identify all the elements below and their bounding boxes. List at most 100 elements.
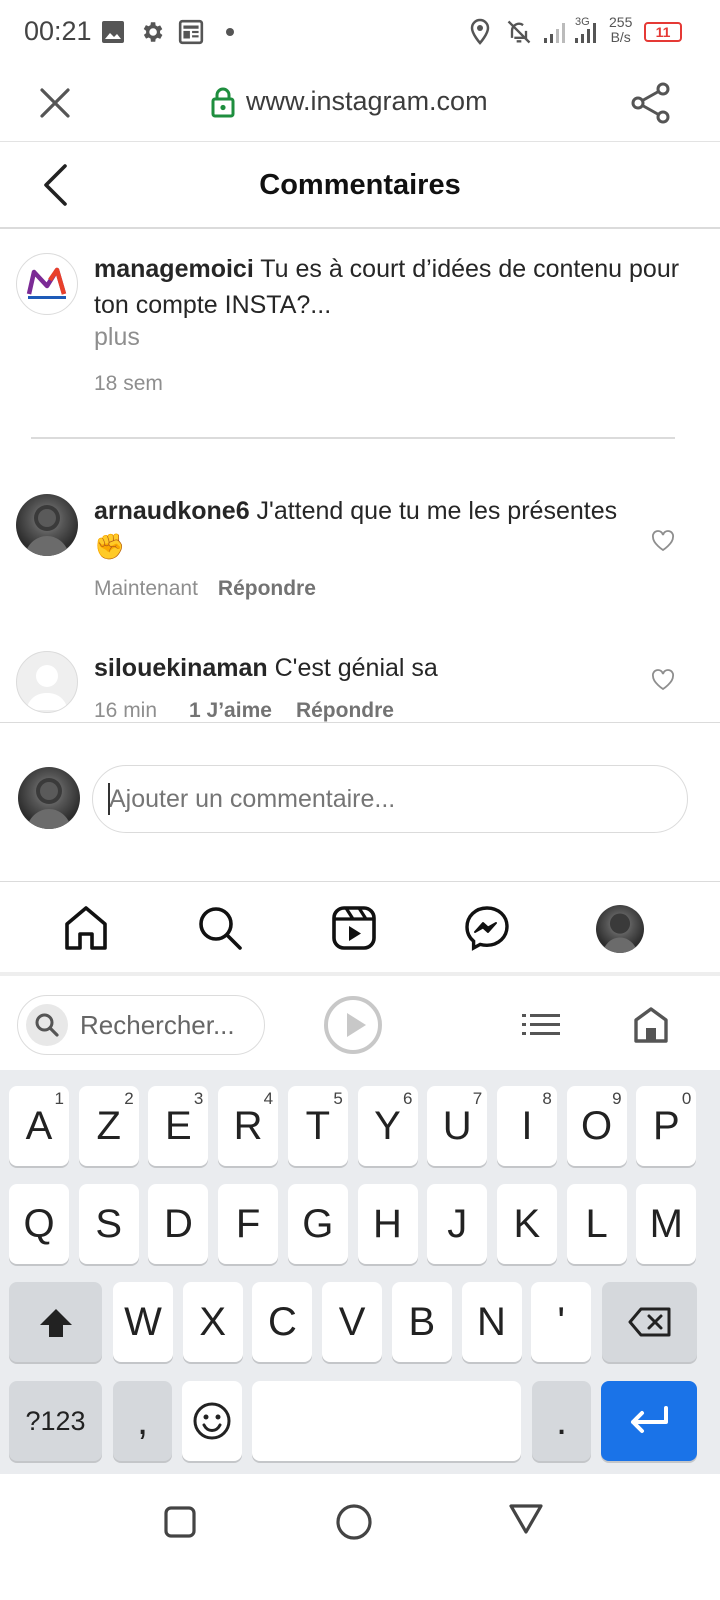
network-speed: 255 B/s: [609, 15, 632, 45]
key-i[interactable]: I8: [496, 1086, 557, 1166]
key-number-hint: 9: [612, 1089, 622, 1108]
key-v[interactable]: V: [322, 1282, 383, 1362]
enter-icon: [631, 1406, 668, 1433]
backspace-icon: [628, 1307, 670, 1337]
status-time: 00:21: [24, 16, 92, 46]
comment-time: 16 min: [94, 699, 158, 722]
key-t[interactable]: T5: [287, 1086, 348, 1166]
location-icon: [470, 18, 490, 45]
key-g[interactable]: G: [287, 1184, 348, 1264]
key-q[interactable]: Q: [9, 1184, 69, 1264]
browser-toolbar: www.instagram.com: [0, 64, 720, 142]
comment-text-block: arnaudkone6 J'attend que tu me les prése…: [94, 493, 634, 565]
key-h[interactable]: H: [357, 1184, 418, 1264]
key-number-hint: 8: [542, 1089, 552, 1108]
list-icon[interactable]: [522, 1012, 562, 1038]
comment-avatar[interactable]: [16, 651, 78, 713]
close-icon[interactable]: [38, 86, 72, 120]
key-b[interactable]: B: [391, 1282, 452, 1362]
key-label: I: [521, 1104, 533, 1148]
battery-level: 11: [655, 24, 671, 40]
managemoici-logo: [26, 267, 67, 299]
caption-avatar[interactable]: [16, 253, 78, 315]
enter-key[interactable]: [601, 1381, 697, 1461]
like-heart-icon[interactable]: [651, 669, 675, 691]
likes-count[interactable]: 1 J’aime: [189, 699, 272, 722]
key-label: U: [442, 1104, 472, 1148]
comment-avatar[interactable]: [16, 494, 78, 556]
keyboard-toolbar: Rechercher...: [0, 978, 720, 1070]
user-photo: [24, 505, 70, 556]
url-text[interactable]: www.instagram.com: [246, 86, 488, 117]
share-icon[interactable]: [630, 82, 672, 124]
keyboard-search-placeholder: Rechercher...: [80, 1010, 235, 1040]
space-key[interactable]: [252, 1381, 521, 1461]
reels-icon[interactable]: [330, 904, 378, 952]
key-a[interactable]: A1: [9, 1086, 69, 1166]
key-s[interactable]: S: [78, 1184, 139, 1264]
battery-icon: 11: [644, 22, 682, 42]
keyboard: A1Z2E3R4T5Y6U7I8O9P0 QSDFGHJKLM W X C V B N ' …: [0, 1070, 720, 1474]
recents-icon[interactable]: [163, 1505, 197, 1539]
key-x[interactable]: X: [182, 1282, 243, 1362]
key-y[interactable]: Y6: [357, 1086, 418, 1166]
key-d[interactable]: D: [148, 1184, 209, 1264]
shift-key[interactable]: [9, 1282, 102, 1362]
key-e[interactable]: E3: [148, 1086, 209, 1166]
news-icon: [178, 19, 204, 45]
key-w[interactable]: W: [113, 1282, 173, 1362]
key-k[interactable]: K: [496, 1184, 557, 1264]
key-p[interactable]: P0: [636, 1086, 697, 1166]
caption-username[interactable]: managemoici: [94, 255, 254, 283]
key-label: Y: [374, 1104, 401, 1148]
like-heart-icon[interactable]: [651, 530, 675, 552]
search-icon[interactable]: [196, 904, 244, 952]
comment-input[interactable]: [92, 765, 688, 833]
key-u[interactable]: U7: [427, 1086, 488, 1166]
key-z[interactable]: Z2: [78, 1086, 139, 1166]
play-icon[interactable]: [323, 995, 383, 1055]
comment-text-block: silouekinaman C'est génial sa: [94, 650, 634, 686]
home-outline-icon[interactable]: [633, 1006, 669, 1044]
home-icon[interactable]: [62, 904, 110, 952]
period-key[interactable]: .: [532, 1381, 591, 1461]
messenger-icon[interactable]: [463, 904, 511, 952]
key-label: P: [652, 1104, 680, 1148]
home-circle-icon[interactable]: [335, 1503, 373, 1541]
emoji-key[interactable]: [182, 1381, 242, 1461]
key-label: O: [581, 1104, 613, 1148]
settings-icon: [143, 22, 163, 42]
back-triangle-icon[interactable]: [507, 1502, 545, 1536]
bottom-navigation: [0, 882, 720, 976]
mute-bell-icon: [507, 20, 531, 44]
key-apostrophe[interactable]: ': [531, 1282, 592, 1362]
keyboard-search-field[interactable]: Rechercher...: [17, 995, 265, 1055]
image-icon: [102, 21, 124, 43]
key-number-hint: 7: [472, 1089, 483, 1108]
comments-header: Commentaires: [0, 143, 720, 229]
profile-avatar[interactable]: [596, 905, 644, 953]
symbols-key[interactable]: ?123: [9, 1381, 102, 1461]
reply-button[interactable]: Répondre: [296, 699, 394, 722]
reply-button[interactable]: Répondre: [218, 577, 316, 600]
key-label: Z: [96, 1104, 121, 1148]
lock-icon[interactable]: [210, 86, 236, 118]
key-number-hint: 4: [263, 1089, 274, 1108]
key-number-hint: 6: [403, 1089, 413, 1108]
comment-username[interactable]: arnaudkone6: [94, 497, 250, 525]
backspace-key[interactable]: [602, 1282, 697, 1362]
shift-icon: [39, 1309, 72, 1337]
key-m[interactable]: M: [636, 1184, 697, 1264]
comma-key[interactable]: ,: [113, 1381, 172, 1461]
comment-username[interactable]: silouekinaman: [94, 654, 268, 682]
caption-more-link[interactable]: plus: [94, 323, 140, 352]
key-f[interactable]: F: [218, 1184, 279, 1264]
key-l[interactable]: L: [566, 1184, 627, 1264]
status-bar: 00:21 3G 255 B/s 11: [0, 0, 720, 64]
key-j[interactable]: J: [427, 1184, 488, 1264]
key-c[interactable]: C: [252, 1282, 313, 1362]
key-o[interactable]: O9: [566, 1086, 627, 1166]
key-n[interactable]: N: [461, 1282, 522, 1362]
key-r[interactable]: R4: [218, 1086, 279, 1166]
text-caret: [108, 783, 110, 815]
